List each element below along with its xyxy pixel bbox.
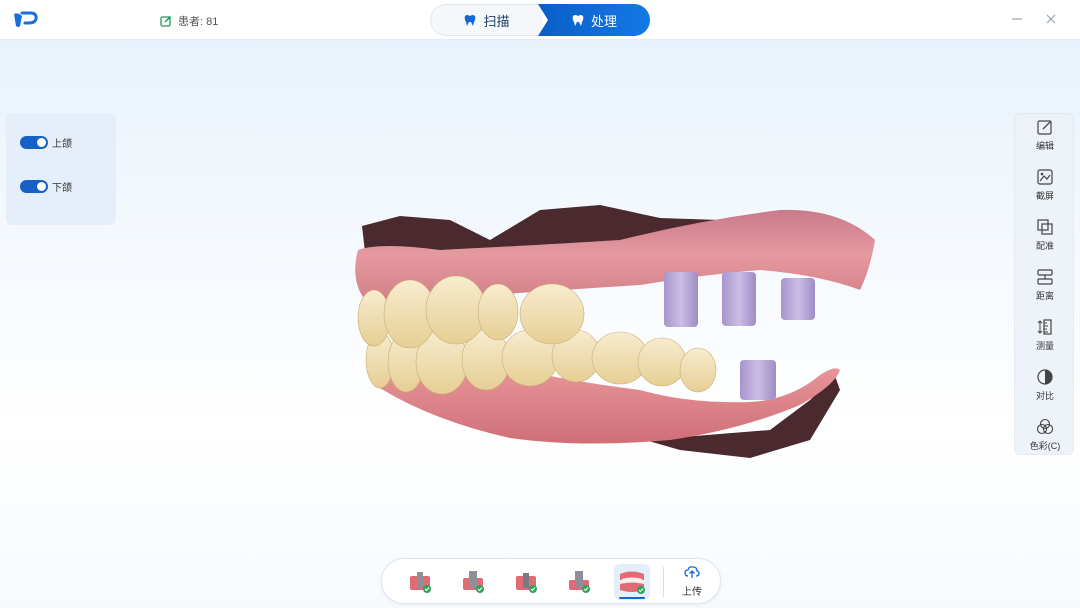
- tool-measure-label: 测量: [1035, 341, 1054, 351]
- workflow-step-bar: 上传: [381, 558, 721, 604]
- title-bar: 患者: 81 扫描 处理: [0, 0, 1080, 40]
- full-arch-icon: [620, 571, 645, 594]
- step-full-arch[interactable]: [614, 564, 650, 600]
- tool-screenshot[interactable]: 截屏: [1015, 168, 1075, 212]
- close-icon[interactable]: [1044, 12, 1058, 26]
- tooth-scan-icon: [465, 15, 476, 26]
- cloud-upload-icon: [684, 566, 700, 578]
- screenshot-icon: [1037, 169, 1053, 185]
- implant-scanbody-icon: [569, 571, 590, 593]
- minimize-icon[interactable]: [1010, 12, 1024, 26]
- tool-compare[interactable]: 对比: [1015, 368, 1075, 412]
- tab-process-label: 处理: [590, 13, 617, 29]
- lower-jaw-toggle[interactable]: [20, 180, 48, 193]
- implant-scanbody-icon: [463, 571, 484, 593]
- app-logo-icon: [14, 11, 38, 27]
- tool-measure[interactable]: 测量: [1015, 318, 1075, 362]
- tool-color[interactable]: 色彩(C): [1015, 418, 1075, 462]
- edit-patient-icon[interactable]: [160, 15, 172, 27]
- patient-label: 患者: 81: [178, 16, 219, 28]
- tool-registration-label: 配准: [1035, 241, 1054, 251]
- implant-scanbody-icon: [516, 573, 537, 593]
- implant-scanbody-icon: [410, 572, 431, 593]
- step-implant-scanbody-3[interactable]: [508, 564, 544, 600]
- step-implant-scanbody-2[interactable]: [455, 564, 491, 600]
- tooth-process-icon: [572, 15, 584, 26]
- upper-jaw-toggle-row[interactable]: 上颌: [20, 135, 72, 150]
- step-separator: [663, 567, 664, 597]
- mode-tabs: 扫描 处理: [430, 4, 650, 36]
- tool-distance[interactable]: 距离: [1015, 268, 1075, 312]
- tool-color-label: 色彩(C): [1029, 441, 1061, 451]
- tab-scan-label: 扫描: [483, 13, 510, 29]
- upper-jaw-toggle[interactable]: [20, 136, 48, 149]
- lower-jaw-label: 下颌: [52, 183, 72, 194]
- tool-edit[interactable]: 编辑: [1015, 118, 1075, 162]
- tool-edit-label: 编辑: [1035, 141, 1054, 151]
- tab-scan[interactable]: 扫描: [430, 4, 542, 36]
- tool-screenshot-label: 截屏: [1035, 191, 1054, 201]
- step-implant-scanbody-1[interactable]: [402, 564, 438, 600]
- 3d-dental-model[interactable]: [340, 190, 900, 490]
- tab-process[interactable]: 处理: [538, 4, 650, 36]
- lower-jaw-toggle-row[interactable]: 下颌: [20, 179, 72, 194]
- upload-button[interactable]: 上传: [670, 564, 714, 600]
- upper-scan-bodies: [664, 272, 815, 327]
- jaw-visibility-panel: 上颌 下颌: [6, 113, 116, 225]
- edit-icon: [1037, 120, 1052, 135]
- registration-icon: [1037, 219, 1053, 235]
- upper-jaw-label: 上颌: [52, 139, 72, 150]
- patient-info[interactable]: 患者: 81: [160, 13, 218, 29]
- compare-icon: [1037, 369, 1053, 385]
- distance-icon: [1037, 269, 1053, 285]
- lower-scan-body: [740, 360, 776, 400]
- tool-compare-label: 对比: [1035, 391, 1054, 401]
- tool-distance-label: 距离: [1035, 291, 1054, 301]
- tool-sidebar: 编辑 截屏 配准 距离 测量 对比 色彩(C): [1014, 113, 1074, 455]
- upload-label: 上传: [682, 587, 702, 598]
- step-implant-scanbody-4[interactable]: [561, 564, 597, 600]
- color-icon: [1036, 418, 1054, 435]
- measure-icon: [1037, 319, 1052, 335]
- tool-registration[interactable]: 配准: [1015, 218, 1075, 262]
